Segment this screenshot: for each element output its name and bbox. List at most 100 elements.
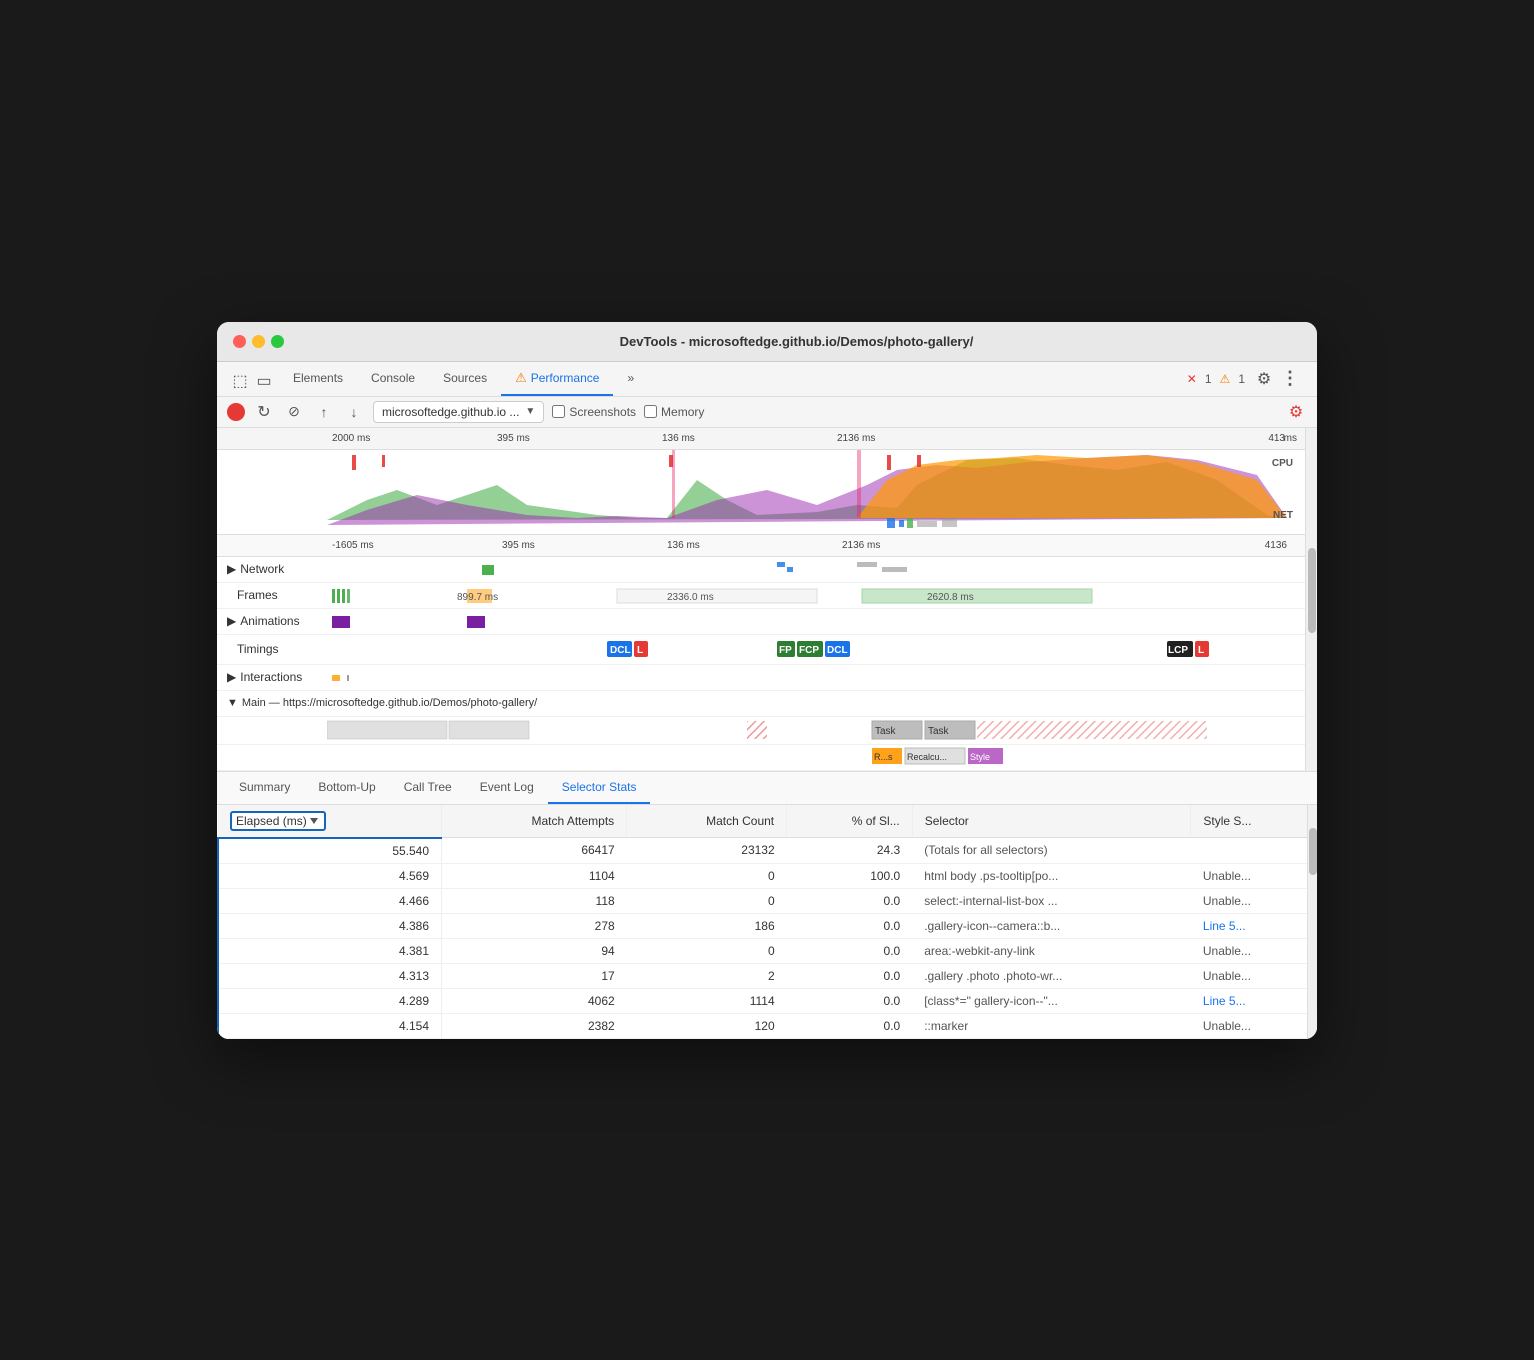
ruler-mark-2: 136 ms <box>662 433 695 444</box>
ruler-mark-3: 2136 ms <box>837 433 875 444</box>
tab-selector-stats[interactable]: Selector Stats <box>548 772 651 804</box>
cell-match-attempts-6: 4062 <box>442 988 627 1013</box>
cell-elapsed-5: 4.313 <box>218 963 442 988</box>
th-match-attempts[interactable]: Match Attempts <box>442 805 627 838</box>
screenshots-group[interactable]: Screenshots <box>552 405 636 419</box>
screenshots-checkbox[interactable] <box>552 405 565 418</box>
svg-text:Task: Task <box>928 726 950 737</box>
devtools-window: DevTools - microsoftedge.github.io/Demos… <box>217 322 1317 1039</box>
url-bar[interactable]: microsoftedge.github.io ... ▼ <box>373 401 544 423</box>
th-elapsed[interactable]: Elapsed (ms) <box>218 805 442 838</box>
tab-call-tree[interactable]: Call Tree <box>390 772 466 804</box>
error-badge: ✕ <box>1187 372 1197 386</box>
th-selector[interactable]: Selector <box>912 805 1191 838</box>
tab-performance[interactable]: ⚠ Performance <box>501 362 613 396</box>
main-label[interactable]: ▼ Main — https://microsoftedge.github.io… <box>217 697 541 709</box>
memory-checkbox[interactable] <box>644 405 657 418</box>
download-button[interactable]: ↓ <box>343 401 365 423</box>
frames-label: Frames <box>217 588 327 602</box>
cell-selector-3: .gallery-icon--camera::b... <box>912 913 1191 938</box>
interactions-bars <box>327 665 1305 690</box>
cell-match-count-3: 186 <box>627 913 787 938</box>
record-button[interactable] <box>227 403 245 421</box>
cell-selector-1: html body .ps-tooltip[po... <box>912 863 1191 888</box>
tab-event-log[interactable]: Event Log <box>466 772 548 804</box>
cell-style-1: Unable... <box>1191 863 1317 888</box>
cell-elapsed-6: 4.289 <box>218 988 442 1013</box>
tab-console[interactable]: Console <box>357 363 429 395</box>
cell-match-count-1: 0 <box>627 863 787 888</box>
tab-bottom-up[interactable]: Bottom-Up <box>304 772 389 804</box>
device-icon[interactable]: ▭ <box>253 370 275 392</box>
gear-icon: ⚙ <box>1257 369 1271 389</box>
settings-button[interactable]: ⚙ <box>1253 368 1275 390</box>
table-row: 4.56911040100.0html body .ps-tooltip[po.… <box>218 863 1317 888</box>
cell-selector-5: .gallery .photo .photo-wr... <box>912 963 1191 988</box>
tab-elements[interactable]: Elements <box>279 363 357 395</box>
frames-row: Frames 899.7 ms <box>217 583 1305 609</box>
elapsed-header-wrapper: Elapsed (ms) <box>230 811 326 831</box>
warning-count: 1 <box>1234 370 1249 388</box>
svg-text:2336.0 ms: 2336.0 ms <box>667 592 714 603</box>
timings-row: Timings DCL L FP <box>217 635 1305 665</box>
cell-elapsed-4: 4.381 <box>218 938 442 963</box>
cell-selector-4: area:-webkit-any-link <box>912 938 1191 963</box>
cell-match-attempts-7: 2382 <box>442 1013 627 1038</box>
more-button[interactable]: ⋮ <box>1279 368 1301 390</box>
table-row: 55.540664172313224.3(Totals for all sele… <box>218 838 1317 864</box>
timeline-scrollbar[interactable] <box>1305 428 1317 771</box>
timings-badges: DCL L FP FCP DCL <box>327 635 1305 664</box>
memory-group[interactable]: Memory <box>644 405 704 419</box>
th-pct[interactable]: % of Sl... <box>787 805 913 838</box>
inspect-icon[interactable]: ⬚ <box>229 370 251 392</box>
cell-match-count-5: 2 <box>627 963 787 988</box>
table-row: 4.3819400.0area:-webkit-any-linkUnable..… <box>218 938 1317 963</box>
cell-elapsed-0: 55.540 <box>218 838 442 864</box>
data-table: Elapsed (ms) Match Attempts Match Count … <box>217 805 1317 1039</box>
table-row: 4.3131720.0.gallery .photo .photo-wr...U… <box>218 963 1317 988</box>
svg-text:Task: Task <box>875 726 897 737</box>
selector-stats-table: Elapsed (ms) Match Attempts Match Count … <box>217 805 1317 1039</box>
main-tasks: Task Task <box>327 716 1305 744</box>
cell-selector-6: [class*=" gallery-icon--"... <box>912 988 1191 1013</box>
svg-text:LCP: LCP <box>1168 645 1188 656</box>
tab-overflow[interactable]: » <box>613 363 648 395</box>
cell-elapsed-3: 4.386 <box>218 913 442 938</box>
network-arrow: ▶ <box>227 562 236 576</box>
reload-button[interactable]: ↻ <box>253 401 275 423</box>
th-match-count[interactable]: Match Count <box>627 805 787 838</box>
bottom-mark-2: 136 ms <box>667 540 700 551</box>
sort-icon <box>310 818 318 824</box>
tab-summary[interactable]: Summary <box>225 772 304 804</box>
maximize-button[interactable] <box>271 335 284 348</box>
cpu-label: CPU <box>1272 458 1293 469</box>
cell-match-count-4: 0 <box>627 938 787 963</box>
close-button[interactable] <box>233 335 246 348</box>
cell-elapsed-1: 4.569 <box>218 863 442 888</box>
ruler-mark-ms: ms <box>1284 433 1297 444</box>
cell-style-3[interactable]: Line 5... <box>1191 913 1317 938</box>
cell-pct-4: 0.0 <box>787 938 913 963</box>
svg-text:2620.8 ms: 2620.8 ms <box>927 592 974 603</box>
network-label[interactable]: ▶ Network <box>217 562 327 576</box>
flame-settings-button[interactable]: ⚙ <box>1285 401 1307 423</box>
main-arrow: ▼ <box>227 697 238 709</box>
animations-label[interactable]: ▶ Animations <box>217 614 327 628</box>
timings-content: DCL L FP FCP DCL <box>327 635 1305 664</box>
th-style-s[interactable]: Style S... <box>1191 805 1317 838</box>
clear-button[interactable]: ⊘ <box>283 401 305 423</box>
timeline-section: 2000 ms 395 ms 136 ms 2136 ms 413 ms <box>217 428 1317 772</box>
cell-match-attempts-2: 118 <box>442 888 627 913</box>
cell-style-6[interactable]: Line 5... <box>1191 988 1317 1013</box>
network-bars <box>327 557 1305 582</box>
svg-text:Recalcu...: Recalcu... <box>907 752 947 762</box>
window-title: DevTools - microsoftedge.github.io/Demos… <box>292 334 1301 349</box>
cell-elapsed-7: 4.154 <box>218 1013 442 1038</box>
table-scrollbar[interactable] <box>1307 805 1317 1039</box>
cell-style-5: Unable... <box>1191 963 1317 988</box>
minimize-button[interactable] <box>252 335 265 348</box>
tab-sources[interactable]: Sources <box>429 363 501 395</box>
interactions-label[interactable]: ▶ Interactions <box>217 670 327 684</box>
upload-button[interactable]: ↑ <box>313 401 335 423</box>
main-tasks-row: Task Task <box>217 717 1305 745</box>
